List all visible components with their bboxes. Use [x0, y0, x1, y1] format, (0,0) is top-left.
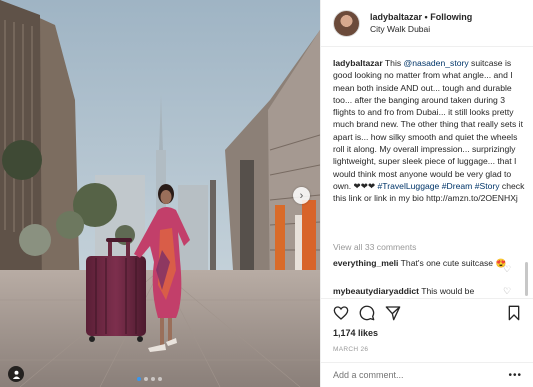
caption-text: This — [382, 58, 404, 68]
user-tag-icon — [12, 370, 20, 379]
comment-item: mybeautydiaryaddict This would be — [333, 285, 523, 297]
comment-icon[interactable] — [359, 305, 375, 321]
location-link[interactable]: City Walk Dubai — [370, 23, 472, 35]
caption-username[interactable]: ladybaltazar — [333, 58, 383, 68]
comments-scrollbar[interactable] — [525, 262, 528, 296]
photo-scene — [0, 0, 320, 387]
view-all-comments-link[interactable]: View all 33 comments — [333, 242, 416, 252]
post-header: ladybaltazar • Following City Walk Dubai — [321, 0, 533, 47]
hashtag-link[interactable]: #Dream — [442, 181, 473, 191]
next-photo-button[interactable]: › — [293, 187, 310, 204]
post-photo[interactable]: › — [0, 0, 320, 387]
comment-like-icon[interactable]: ♡ — [503, 286, 511, 297]
comment-text: That's one cute suitcase 😍 — [398, 258, 507, 268]
following-button[interactable]: Following — [430, 12, 472, 22]
mention-link[interactable]: @nasaden_story — [404, 58, 469, 68]
share-icon[interactable] — [385, 305, 401, 321]
post-caption: ladybaltazar This @nasaden_story suitcas… — [333, 57, 529, 205]
post-details-panel: ladybaltazar • Following City Walk Dubai… — [320, 0, 533, 387]
post-actions — [321, 298, 533, 326]
post-header-text: ladybaltazar • Following City Walk Dubai — [370, 11, 472, 35]
bookmark-icon[interactable] — [506, 305, 522, 321]
comment-item: everything_meli That's one cute suitcase… — [333, 257, 523, 269]
more-options-button[interactable]: ••• — [508, 370, 522, 381]
carousel-dot — [158, 377, 162, 381]
comment-username[interactable]: everything_meli — [333, 258, 398, 268]
username-link[interactable]: ladybaltazar — [370, 12, 422, 22]
likes-count[interactable]: 1,174 likes — [333, 328, 378, 338]
caption-text: suitcase is good looking no matter from … — [333, 58, 523, 191]
carousel-dot — [137, 377, 141, 381]
comment-username[interactable]: mybeautydiaryaddict — [333, 286, 419, 296]
hashtag-link[interactable]: #TravelLuggage — [378, 181, 440, 191]
comment-text: This would be — [418, 286, 475, 296]
avatar[interactable] — [333, 9, 360, 37]
post-date[interactable]: MARCH 26 — [333, 346, 368, 353]
carousel-dot — [144, 377, 148, 381]
heart-icon[interactable] — [333, 305, 349, 321]
user-tag-button[interactable] — [8, 366, 24, 382]
comment-input[interactable] — [333, 370, 493, 380]
comment-like-icon[interactable]: ♡ — [503, 264, 511, 275]
carousel-indicator — [137, 377, 162, 381]
next-arrow-icon: › — [299, 189, 304, 202]
carousel-dot — [151, 377, 155, 381]
add-comment-bar: ••• — [321, 362, 533, 387]
separator-dot: • — [424, 12, 428, 22]
post-header-row: ladybaltazar • Following — [370, 11, 472, 23]
hashtag-link[interactable]: #Story — [475, 181, 500, 191]
